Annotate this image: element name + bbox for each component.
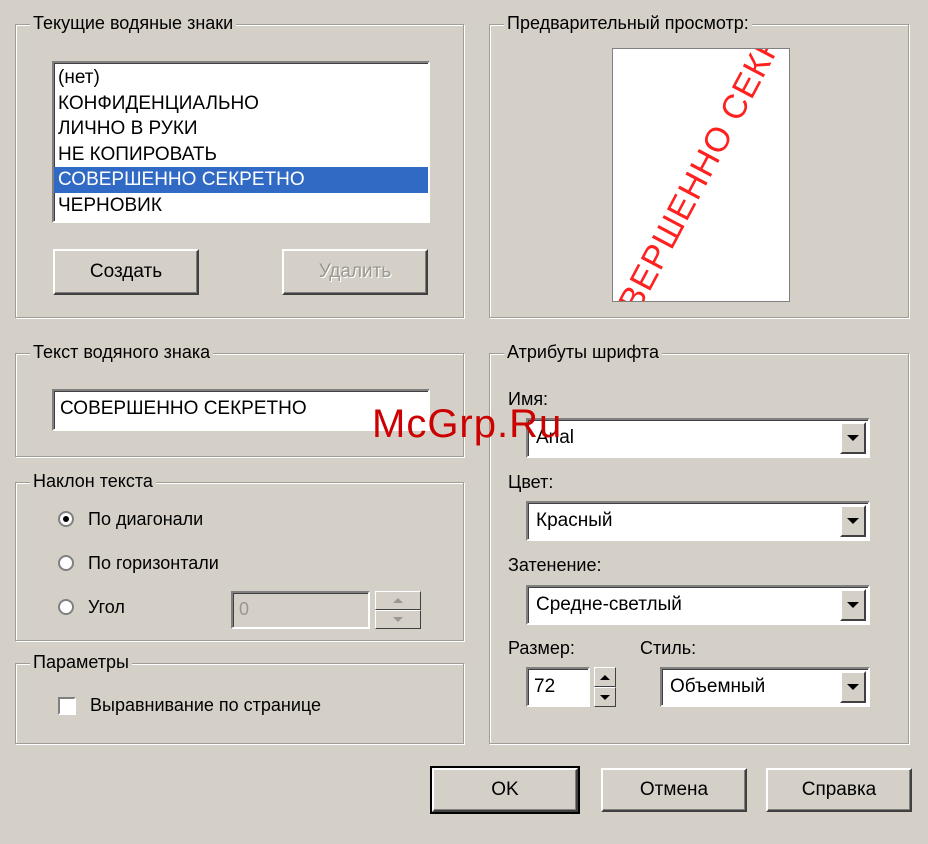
- create-button[interactable]: Создать: [53, 249, 199, 295]
- angle-radio[interactable]: [58, 599, 74, 615]
- font-color-combo[interactable]: Красный: [526, 501, 870, 541]
- size-spinner-up[interactable]: [594, 667, 616, 687]
- style-dropdown-button[interactable]: [840, 671, 866, 703]
- size-input[interactable]: 72: [526, 667, 590, 707]
- angle-spinner: [375, 591, 421, 629]
- watermark-list-item[interactable]: НЕ КОПИРОВАТЬ: [54, 142, 428, 168]
- preview-page: ВЕРШЕННО СЕКРЕ: [612, 48, 790, 302]
- preview-legend: Предварительный просмотр:: [504, 13, 752, 34]
- horizontal-label[interactable]: По горизонтали: [88, 553, 219, 574]
- delete-button: Удалить: [282, 249, 428, 295]
- diagonal-label[interactable]: По диагонали: [88, 509, 203, 530]
- align-label[interactable]: Выравнивание по странице: [90, 695, 321, 716]
- font-name-dropdown-button[interactable]: [840, 422, 866, 454]
- font-color-label: Цвет:: [508, 472, 554, 492]
- watermark-list-item[interactable]: СОВЕРШЕННО СЕКРЕТНО: [54, 167, 428, 193]
- angle-input: 0: [231, 591, 370, 629]
- style-value: Объемный: [670, 676, 766, 697]
- diagonal-radio[interactable]: [58, 511, 74, 527]
- preview-watermark: ВЕРШЕННО СЕКРЕ: [612, 48, 790, 302]
- font-color-value: Красный: [536, 510, 613, 531]
- shading-label: Затенение:: [508, 555, 602, 575]
- chevron-down-icon: [847, 518, 859, 524]
- horizontal-radio[interactable]: [58, 555, 74, 571]
- delete-button-label: Удалить: [318, 261, 392, 282]
- arrow-up-icon: [600, 674, 610, 680]
- font-attributes-legend: Атрибуты шрифта: [504, 342, 662, 363]
- angle-label[interactable]: Угол: [88, 597, 125, 618]
- arrow-down-icon: [600, 694, 610, 700]
- watermark-list[interactable]: (нет) КОНФИДЕНЦИАЛЬНО ЛИЧНО В РУКИ НЕ КОПИР…: [52, 61, 430, 223]
- size-spinner-down[interactable]: [594, 687, 616, 707]
- watermark-list-item[interactable]: КОНФИДЕНЦИАЛЬНО: [54, 91, 428, 117]
- angle-spinner-down: [375, 610, 421, 629]
- watermark-list-item[interactable]: ЛИЧНО В РУКИ: [54, 116, 428, 142]
- angle-value: 0: [239, 599, 250, 619]
- current-watermarks-legend: Текущие водяные знаки: [30, 13, 237, 34]
- style-combo[interactable]: Объемный: [660, 667, 870, 707]
- text-angle-legend: Наклон текста: [30, 471, 156, 492]
- brand-overlay: McGrp.Ru: [372, 402, 563, 446]
- size-spinner[interactable]: [594, 667, 616, 707]
- watermark-list-item[interactable]: ЧЕРНОВИК: [54, 193, 428, 219]
- create-button-label: Создать: [89, 261, 163, 282]
- angle-spinner-up: [375, 591, 421, 610]
- size-label: Размер:: [508, 638, 575, 658]
- shading-value: Средне-светлый: [536, 594, 682, 615]
- cancel-button-label: Отмена: [639, 779, 709, 800]
- help-button-label: Справка: [801, 779, 877, 800]
- parameters-legend: Параметры: [30, 652, 132, 673]
- chevron-down-icon: [847, 435, 859, 441]
- ok-button[interactable]: OK: [430, 766, 580, 814]
- cancel-button[interactable]: Отмена: [601, 768, 747, 812]
- help-button[interactable]: Справка: [766, 768, 912, 812]
- style-label: Стиль:: [640, 638, 697, 658]
- shading-combo[interactable]: Средне-светлый: [526, 585, 870, 625]
- chevron-down-icon: [847, 684, 859, 690]
- watermark-text-legend: Текст водяного знака: [30, 342, 214, 363]
- diagonal-radio-dot: [63, 516, 69, 522]
- font-name-combo[interactable]: Arial: [526, 418, 870, 458]
- chevron-down-icon: [847, 602, 859, 608]
- watermark-list-item[interactable]: (нет): [54, 65, 428, 91]
- size-value: 72: [534, 676, 556, 697]
- align-checkbox[interactable]: [58, 697, 76, 715]
- ok-button-label: OK: [491, 779, 519, 800]
- watermark-text-value: СОВЕРШЕННО СЕКРЕТНО: [60, 398, 307, 419]
- font-color-dropdown-button[interactable]: [840, 505, 866, 537]
- shading-dropdown-button[interactable]: [840, 589, 866, 621]
